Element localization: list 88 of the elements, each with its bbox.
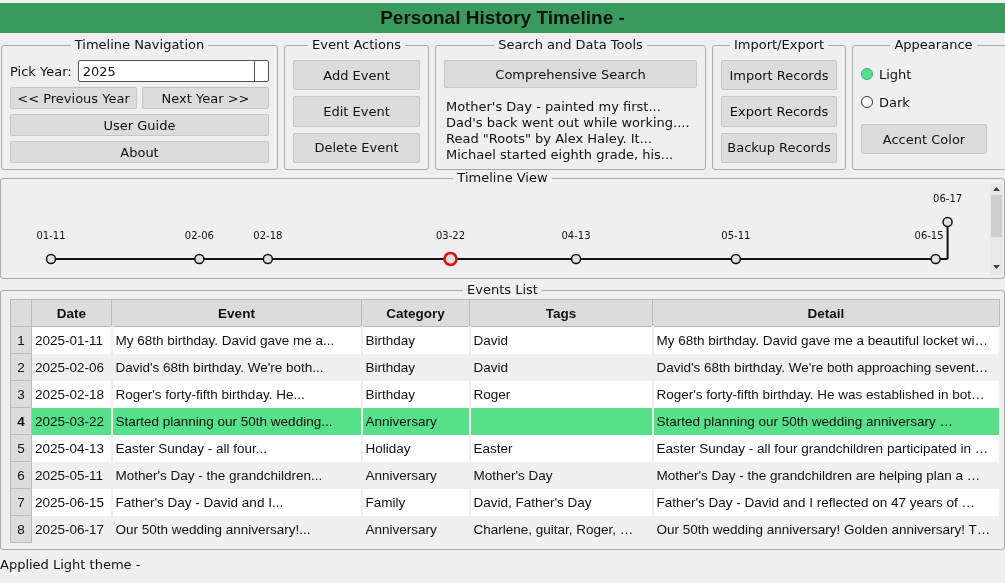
column-header[interactable]: Date (31, 299, 112, 327)
row-number[interactable]: 4 (10, 407, 32, 435)
column-header[interactable]: Category (361, 299, 470, 327)
row-number[interactable]: 1 (10, 326, 32, 354)
timeline-marker[interactable] (730, 253, 742, 265)
group-title: Timeline Navigation (70, 37, 209, 52)
table-cell: Father's Day - David and I reflected on 47 years of … (652, 488, 1000, 516)
action-button[interactable]: Add Event (293, 60, 420, 91)
table-cell: My 68th birthday. David gave me a beautiful locket wi… (652, 326, 1000, 354)
table-cell: Roger (469, 380, 653, 408)
button[interactable]: User Guide (10, 114, 269, 136)
table-cell: My 68th birthday. David gave me a... (111, 326, 362, 354)
table-cell: David, Father's Day (469, 488, 653, 516)
group-title: Import/Export (729, 37, 829, 52)
group-title: Events List (463, 282, 542, 297)
table-cell: 2025-02-18 (31, 380, 112, 408)
table-cell: 2025-01-11 (31, 326, 112, 354)
row-number[interactable]: 8 (10, 515, 32, 543)
table-cell: 2025-06-15 (31, 488, 112, 516)
marker-date: 04-13 (561, 230, 591, 241)
marker-date: 03-22 (435, 230, 465, 241)
table-cell: David (469, 326, 653, 354)
radio-label[interactable]: Dark (879, 94, 910, 110)
table-cell: Easter Sunday - all four grandchildren participated in … (652, 434, 1000, 462)
corner-cell (10, 299, 32, 327)
accent-color-button[interactable]: Accent Color (861, 124, 987, 154)
group-title: Timeline View (453, 170, 552, 185)
nav-button[interactable]: Next Year >> (142, 87, 269, 109)
radio-button[interactable] (861, 96, 873, 108)
timeline-marker[interactable] (930, 253, 941, 265)
row-number[interactable]: 7 (10, 488, 32, 516)
group-title: Event Actions (308, 37, 405, 52)
marker-date: 06-15 (914, 230, 944, 241)
table-cell: 2025-05-11 (31, 461, 112, 489)
marker-date: 02-18 (253, 230, 283, 241)
timeline-marker[interactable] (45, 253, 57, 265)
marker-date: 06-17 (933, 193, 963, 204)
table-cell: Holiday (361, 434, 470, 462)
result-item[interactable]: Dad's back went out while working.... (446, 115, 697, 131)
table-cell: Family (361, 488, 470, 516)
row-number[interactable]: 6 (10, 461, 32, 489)
table-cell: Roger's forty-fifth birthday. He... (111, 380, 362, 408)
year-field[interactable]: 2025 (77, 60, 269, 82)
table-cell: 2025-02-06 (31, 353, 112, 381)
radio-label[interactable]: Light (879, 66, 912, 82)
timeline-marker[interactable] (942, 216, 953, 228)
status-text: Applied Light theme - (0, 557, 141, 572)
column-header[interactable]: Event (111, 299, 362, 327)
table-cell: Birthday (361, 326, 470, 354)
radio-button[interactable] (861, 68, 873, 80)
row-number[interactable]: 5 (10, 434, 32, 462)
record-button[interactable]: Export Records (721, 96, 837, 127)
table-cell: Started planning our 50th wedding... (111, 407, 362, 435)
result-item[interactable]: Mother's Day - painted my first... (446, 99, 697, 115)
column-header[interactable]: Tags (469, 299, 653, 327)
table-cell: 2025-04-13 (31, 434, 112, 462)
timeline-marker[interactable] (570, 253, 582, 265)
record-button[interactable]: Import Records (721, 60, 837, 91)
field-label: Pick Year: (10, 63, 72, 79)
marker-date: 05-11 (721, 230, 751, 241)
result-item[interactable]: Read "Roots" by Alex Haley. It... (446, 131, 697, 147)
group-title: Search and Data Tools (494, 37, 647, 52)
result-item[interactable]: Michael started eighth grade, his... (446, 147, 697, 163)
marker-date: 01-11 (36, 230, 66, 241)
button[interactable]: About (10, 141, 269, 163)
table-cell: Birthday (361, 380, 470, 408)
table-cell: Easter Sunday - all four... (111, 434, 362, 462)
table-cell: 2025-03-22 (31, 407, 112, 435)
record-button[interactable]: Backup Records (721, 132, 837, 163)
table-cell: Father's Day - David and I... (111, 488, 362, 516)
table-cell: 2025-06-17 (31, 515, 112, 543)
nav-button[interactable]: << Previous Year (10, 87, 137, 109)
table-cell: Easter (469, 434, 653, 462)
table-cell: Roger's forty-fifth birthday. He was established in bot… (652, 380, 1000, 408)
table-cell: Anniversary (361, 407, 470, 435)
timeline-marker[interactable] (443, 251, 458, 267)
group-title: Appearance (890, 37, 977, 52)
timeline-marker[interactable] (262, 253, 274, 265)
action-button[interactable]: Edit Event (293, 96, 420, 127)
marker-date: 02-06 (184, 230, 214, 241)
search-button[interactable]: Comprehensive Search (444, 60, 697, 88)
row-number[interactable]: 3 (10, 380, 32, 408)
timeline-marker[interactable] (194, 253, 205, 265)
window-title: Personal History Timeline - (380, 7, 625, 29)
column-header[interactable]: Detail (652, 299, 1000, 327)
action-button[interactable]: Delete Event (293, 132, 420, 163)
row-number[interactable]: 2 (10, 353, 32, 381)
table-cell: Started planning our 50th wedding anniversary … (652, 407, 1000, 435)
